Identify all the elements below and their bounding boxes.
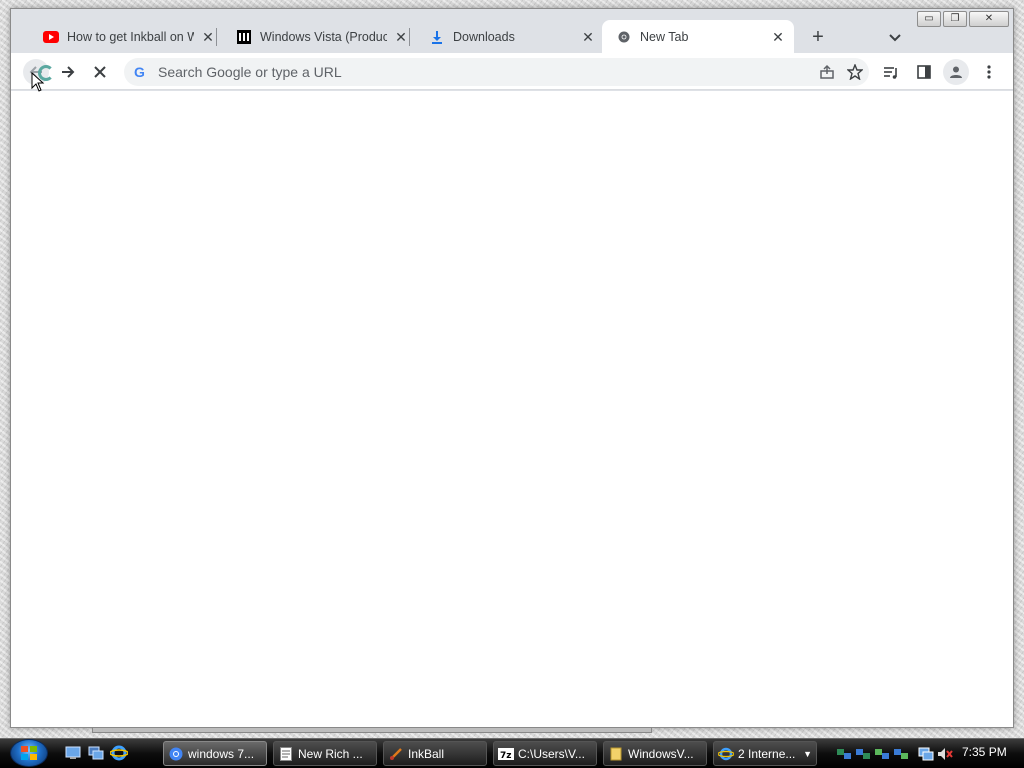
- profile-button[interactable]: [943, 59, 969, 85]
- page-content: [11, 91, 1013, 727]
- tab-close-icon[interactable]: ✕: [200, 29, 216, 45]
- taskbar-item-label: C:\Users\V...: [518, 746, 585, 761]
- horizontal-scrollbar[interactable]: [92, 727, 652, 733]
- tab-youtube[interactable]: How to get Inkball on W ✕: [29, 20, 224, 53]
- share-button[interactable]: [813, 58, 841, 86]
- taskbar-item-explorer[interactable]: WindowsV...: [603, 741, 707, 766]
- museum-icon: [236, 29, 252, 45]
- more-vert-icon: [987, 65, 991, 79]
- taskbar-item-label: WindowsV...: [628, 746, 694, 761]
- tab-title: How to get Inkball on W: [67, 29, 194, 44]
- youtube-icon: [43, 29, 59, 45]
- browser-window: How to get Inkball on W ✕ Windows Vista …: [10, 8, 1014, 728]
- bookmark-button[interactable]: [841, 58, 869, 86]
- share-icon: [820, 64, 834, 79]
- omnibox-placeholder: Search Google or type a URL: [158, 64, 342, 80]
- omnibox[interactable]: G Search Google or type a URL: [124, 58, 869, 86]
- ie-icon: [718, 746, 734, 762]
- stop-button[interactable]: [87, 59, 113, 85]
- tab-windows-vista[interactable]: Windows Vista (Product ✕: [222, 20, 417, 53]
- taskbar-item-chrome[interactable]: windows 7...: [163, 741, 267, 766]
- ie-quicklaunch-button[interactable]: [110, 745, 128, 761]
- 7zip-icon: 7z: [498, 746, 514, 762]
- network-share-icon[interactable]: [836, 746, 852, 762]
- taskbar-item-internet-explorer-group[interactable]: 2 Interne... ▼: [713, 741, 817, 766]
- tab-close-icon[interactable]: ✕: [580, 29, 596, 45]
- browser-toolbar: G Search Google or type a URL: [11, 53, 1013, 90]
- document-icon: [278, 746, 294, 762]
- switch-windows-button[interactable]: [87, 745, 105, 761]
- avatar-icon: [950, 66, 962, 78]
- tab-separator: [216, 28, 217, 46]
- star-icon: [847, 64, 863, 80]
- network-share-icon[interactable]: [893, 746, 909, 762]
- chrome-icon: [616, 29, 632, 45]
- ie-icon: [110, 745, 128, 761]
- taskbar-item-7zip[interactable]: 7z C:\Users\V...: [493, 741, 597, 766]
- tab-separator: [409, 28, 410, 46]
- folder-icon: [608, 746, 624, 762]
- windows-logo-icon: [21, 746, 37, 760]
- group-expand-icon: ▼: [803, 748, 812, 759]
- reading-list-button[interactable]: [878, 59, 904, 85]
- svg-text:7z: 7z: [500, 751, 512, 760]
- playlist-icon: [884, 67, 897, 79]
- tab-search-button[interactable]: [886, 29, 904, 47]
- google-g-icon: G: [134, 64, 145, 80]
- forward-button[interactable]: [55, 59, 81, 85]
- tab-title: Windows Vista (Product: [260, 29, 387, 44]
- network-share-icon[interactable]: [874, 746, 890, 762]
- taskbar-clock[interactable]: 7:35 PM: [962, 745, 1007, 759]
- minimize-button[interactable]: ▭: [917, 11, 941, 27]
- restore-button[interactable]: ❐: [943, 11, 967, 27]
- mouse-cursor-icon: [31, 72, 45, 92]
- side-panel-button[interactable]: [911, 59, 937, 85]
- taskbar-item-label: windows 7...: [188, 746, 255, 761]
- inkball-icon: [388, 746, 404, 762]
- network-share-icon[interactable]: [855, 746, 871, 762]
- taskbar-item-label: InkBall: [408, 746, 445, 761]
- close-window-button[interactable]: ✕: [969, 11, 1009, 27]
- side-panel-icon: [917, 65, 931, 79]
- chrome-icon: [168, 746, 184, 762]
- taskbar-item-inkball[interactable]: InkBall: [383, 741, 487, 766]
- tab-title: New Tab: [640, 29, 689, 44]
- taskbar-item-label: New Rich ...: [298, 746, 363, 761]
- show-desktop-button[interactable]: [64, 745, 82, 761]
- tab-title: Downloads: [453, 29, 515, 44]
- chevron-down-icon: [889, 34, 901, 42]
- tab-strip: How to get Inkball on W ✕ Windows Vista …: [11, 9, 1013, 53]
- volume-muted-icon[interactable]: [937, 746, 953, 762]
- arrow-right-icon: [62, 66, 75, 78]
- download-icon: [429, 29, 445, 45]
- switch-windows-icon: [88, 746, 104, 760]
- desktop-icon: [65, 746, 81, 759]
- close-icon: [94, 66, 106, 78]
- tab-new-tab[interactable]: New Tab ✕: [602, 20, 794, 53]
- menu-button[interactable]: [976, 59, 1002, 85]
- taskbar-item-wordpad[interactable]: New Rich ...: [273, 741, 377, 766]
- network-icon[interactable]: [918, 746, 934, 762]
- window-caption-buttons: ▭ ❐ ✕: [915, 11, 1009, 27]
- tab-close-icon[interactable]: ✕: [393, 29, 409, 45]
- taskbar-item-label: 2 Interne...: [738, 746, 796, 761]
- tab-downloads[interactable]: Downloads ✕: [415, 20, 604, 53]
- tab-close-icon[interactable]: ✕: [770, 29, 786, 45]
- new-tab-button[interactable]: +: [807, 27, 829, 49]
